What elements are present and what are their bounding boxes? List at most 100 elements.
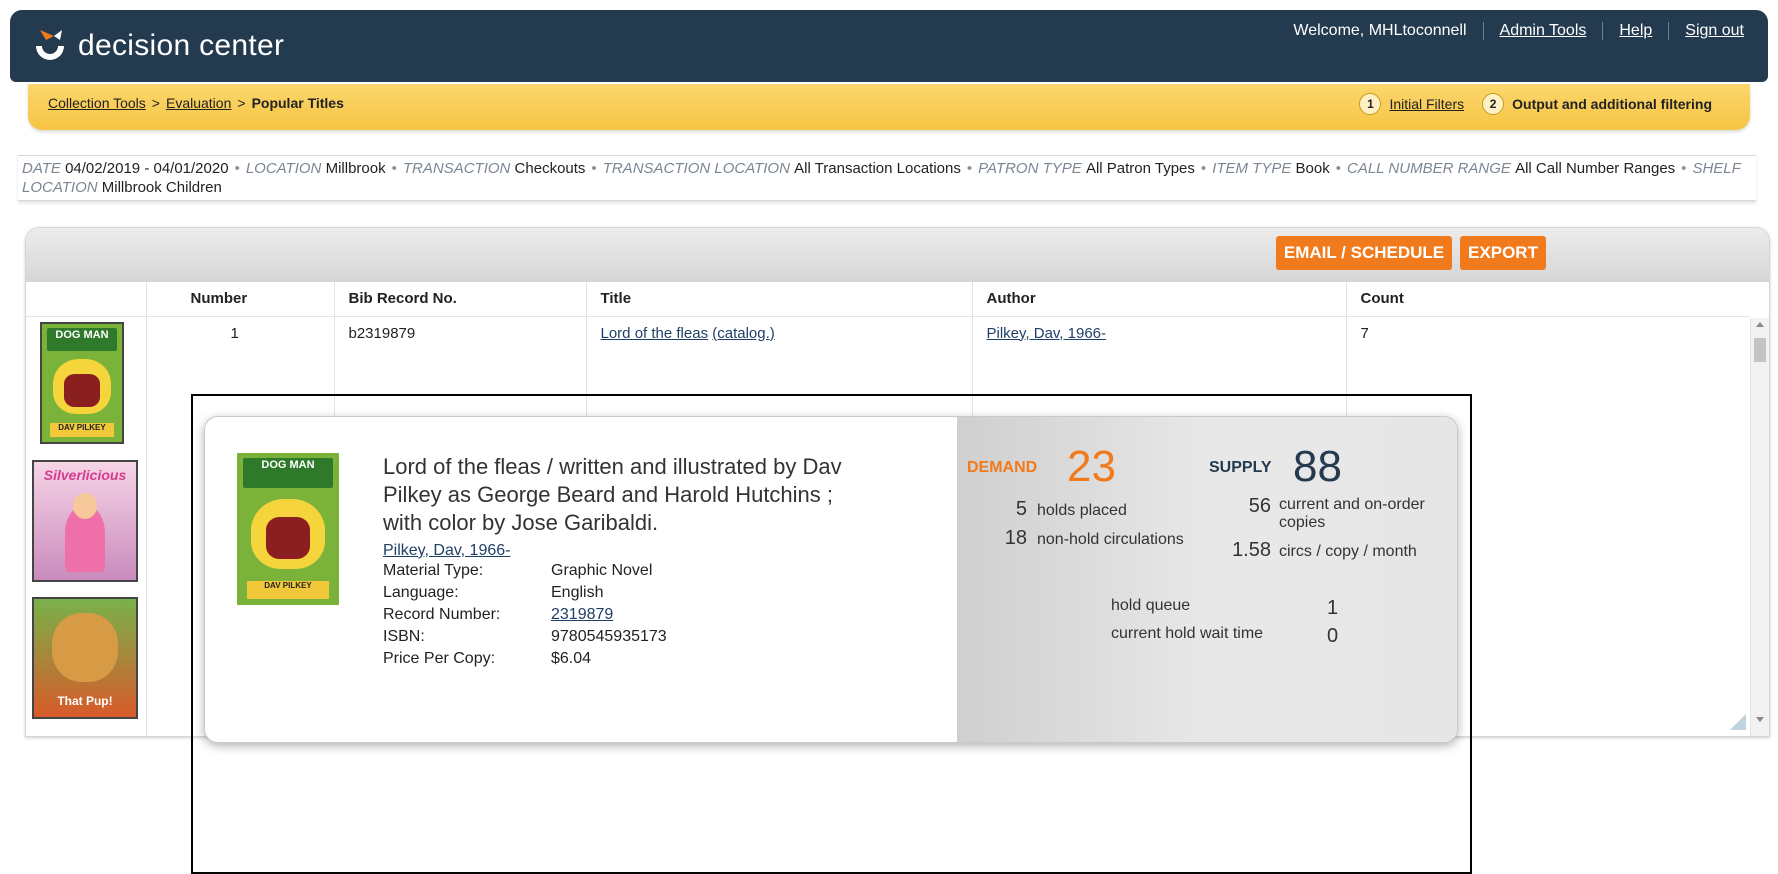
filter-value: Checkouts xyxy=(514,160,586,177)
filter-key: PATRON TYPE xyxy=(978,160,1082,177)
breadcrumb-bar: Collection Tools > Evaluation > Popular Titl… xyxy=(28,84,1750,130)
circs-num: 1.58 xyxy=(1232,539,1271,561)
hold-queue-value: 1 xyxy=(1327,597,1339,619)
column-header-number[interactable]: Number xyxy=(146,282,335,317)
divider xyxy=(1602,22,1604,40)
breadcrumb-separator: > xyxy=(237,95,246,111)
detail-key: Price Per Copy: xyxy=(383,650,496,667)
row-author-link[interactable]: Pilkey, Dav, 1966- xyxy=(987,325,1107,342)
demand-value: 23 xyxy=(1067,442,1116,491)
filter-value: All Patron Types xyxy=(1085,160,1195,177)
filter-value: All Call Number Ranges xyxy=(1515,160,1676,177)
detail-key: Material Type: xyxy=(383,562,484,579)
detail-row: Language: English xyxy=(383,582,843,604)
filter-separator: • xyxy=(966,160,973,177)
filter-separator: • xyxy=(234,160,240,177)
step-initial-filters[interactable]: Initial Filters xyxy=(1389,96,1464,112)
supply-value: 88 xyxy=(1293,442,1342,491)
logo-text: decision center xyxy=(78,29,285,62)
detail-key: Language: xyxy=(383,584,459,601)
filter-value: Millbrook Children xyxy=(101,179,222,196)
filter-value: Book xyxy=(1295,160,1330,177)
filter-separator: • xyxy=(391,160,397,177)
email-schedule-button[interactable]: EMAIL / SCHEDULE xyxy=(1276,236,1452,270)
column-header-bib[interactable]: Bib Record No. xyxy=(334,282,587,317)
cover-art xyxy=(52,613,118,682)
admin-tools-link[interactable]: Admin Tools xyxy=(1500,22,1587,40)
filter-value: All Transaction Locations xyxy=(794,160,961,177)
filter-key: CALL NUMBER RANGE xyxy=(1346,160,1511,177)
hold-wait-label: current hold wait time xyxy=(1111,625,1264,642)
circs-label: circs / copy / month xyxy=(1279,543,1417,560)
popup-book-cover: DOG MAN DAV PILKEY xyxy=(237,453,339,605)
column-header-count[interactable]: Count xyxy=(1346,282,1750,317)
demand-label: DEMAND xyxy=(967,459,1038,476)
hold-wait-value: 0 xyxy=(1327,625,1339,647)
record-number-link[interactable]: 2319879 xyxy=(551,604,613,626)
filter-separator: • xyxy=(1200,160,1207,177)
welcome-text: Welcome, MHLtoconnell xyxy=(1293,22,1467,39)
divider xyxy=(1668,22,1670,40)
cover-title-text: DOG MAN xyxy=(46,327,118,352)
cover-art xyxy=(265,516,311,560)
non-hold-label: non-hold circulations xyxy=(1037,531,1184,548)
filter-key: DATE xyxy=(22,160,61,177)
column-header-cover xyxy=(26,282,147,317)
row-title-link[interactable]: Lord of the fleas xyxy=(601,325,709,342)
detail-row: Price Per Copy: $6.04 xyxy=(383,648,843,670)
detail-row: Material Type: Graphic Novel xyxy=(383,560,843,582)
scroll-down-icon[interactable] xyxy=(1756,717,1764,722)
detail-value: $6.04 xyxy=(551,650,592,667)
filter-separator: • xyxy=(591,160,597,177)
decision-center-logo-icon xyxy=(28,24,72,68)
column-header-title[interactable]: Title xyxy=(586,282,973,317)
column-header-author[interactable]: Author xyxy=(972,282,1347,317)
breadcrumb-separator: > xyxy=(151,95,160,111)
app-header: decision center Welcome, MHLtoconnell Ad… xyxy=(10,10,1768,82)
sign-out-link[interactable]: Sign out xyxy=(1685,22,1744,40)
filter-key: LOCATION xyxy=(245,160,322,177)
popup-author-link[interactable]: Pilkey, Dav, 1966- xyxy=(383,542,510,559)
hold-queue-label: hold queue xyxy=(1111,597,1191,614)
logo[interactable]: decision center xyxy=(28,20,284,72)
scrollbar-thumb[interactable] xyxy=(1754,338,1766,362)
filter-key: TRANSACTION LOCATION xyxy=(602,160,790,177)
breadcrumb-current: Popular Titles xyxy=(251,95,344,111)
book-cover-lord-of-the-fleas[interactable]: DOG MAN DAV PILKEY xyxy=(40,322,124,444)
book-cover-silverlicious[interactable]: Silverlicious xyxy=(32,460,138,582)
table-scrollbar[interactable] xyxy=(1750,318,1769,736)
supply-label: SUPPLY xyxy=(1209,459,1272,476)
detail-value: 9780545935173 xyxy=(551,628,667,645)
demand-supply-panel: DEMAND 23 SUPPLY 88 5 holds placed 18 no… xyxy=(957,417,1457,742)
popup-full-title: Lord of the fleas / written and illustra… xyxy=(383,454,842,535)
popup-details: Lord of the fleas / written and illustra… xyxy=(383,453,843,670)
detail-key: Record Number: xyxy=(383,606,501,623)
filter-key: ITEM TYPE xyxy=(1212,160,1292,177)
detail-row: ISBN: 9780545935173 xyxy=(383,626,843,648)
export-button[interactable]: EXPORT xyxy=(1460,236,1546,270)
help-link[interactable]: Help xyxy=(1619,22,1652,40)
cover-title-text: That Pup! xyxy=(57,693,113,708)
filter-separator: • xyxy=(1335,160,1341,177)
row-catalog-link[interactable]: (catalog.) xyxy=(712,325,775,342)
divider xyxy=(1482,22,1484,40)
breadcrumb-evaluation[interactable]: Evaluation xyxy=(166,95,231,111)
detail-key: ISBN: xyxy=(383,628,425,645)
cover-art xyxy=(64,373,100,407)
filter-value: Millbrook xyxy=(325,160,386,177)
detail-value: Graphic Novel xyxy=(551,562,653,579)
non-hold-num: 18 xyxy=(1004,527,1027,549)
wizard-steps: 1 Initial Filters 2 Output and additiona… xyxy=(1359,93,1712,115)
copies-num: 56 xyxy=(1248,495,1271,517)
cover-author-text: DAV PILKEY xyxy=(50,423,114,438)
step-output-filtering: Output and additional filtering xyxy=(1512,96,1712,112)
cover-title-text: Silverlicious xyxy=(43,466,127,483)
filter-value: 04/02/2019 - 04/01/2020 xyxy=(65,160,229,177)
decorative-corner xyxy=(1730,714,1746,730)
cover-title-text: DOG MAN xyxy=(243,457,333,488)
detail-value: English xyxy=(551,584,604,601)
breadcrumb-collection-tools[interactable]: Collection Tools xyxy=(48,95,146,111)
scroll-up-icon[interactable] xyxy=(1756,322,1764,327)
book-cover-that-pup[interactable]: That Pup! xyxy=(32,597,138,719)
filter-key: TRANSACTION xyxy=(402,160,511,177)
